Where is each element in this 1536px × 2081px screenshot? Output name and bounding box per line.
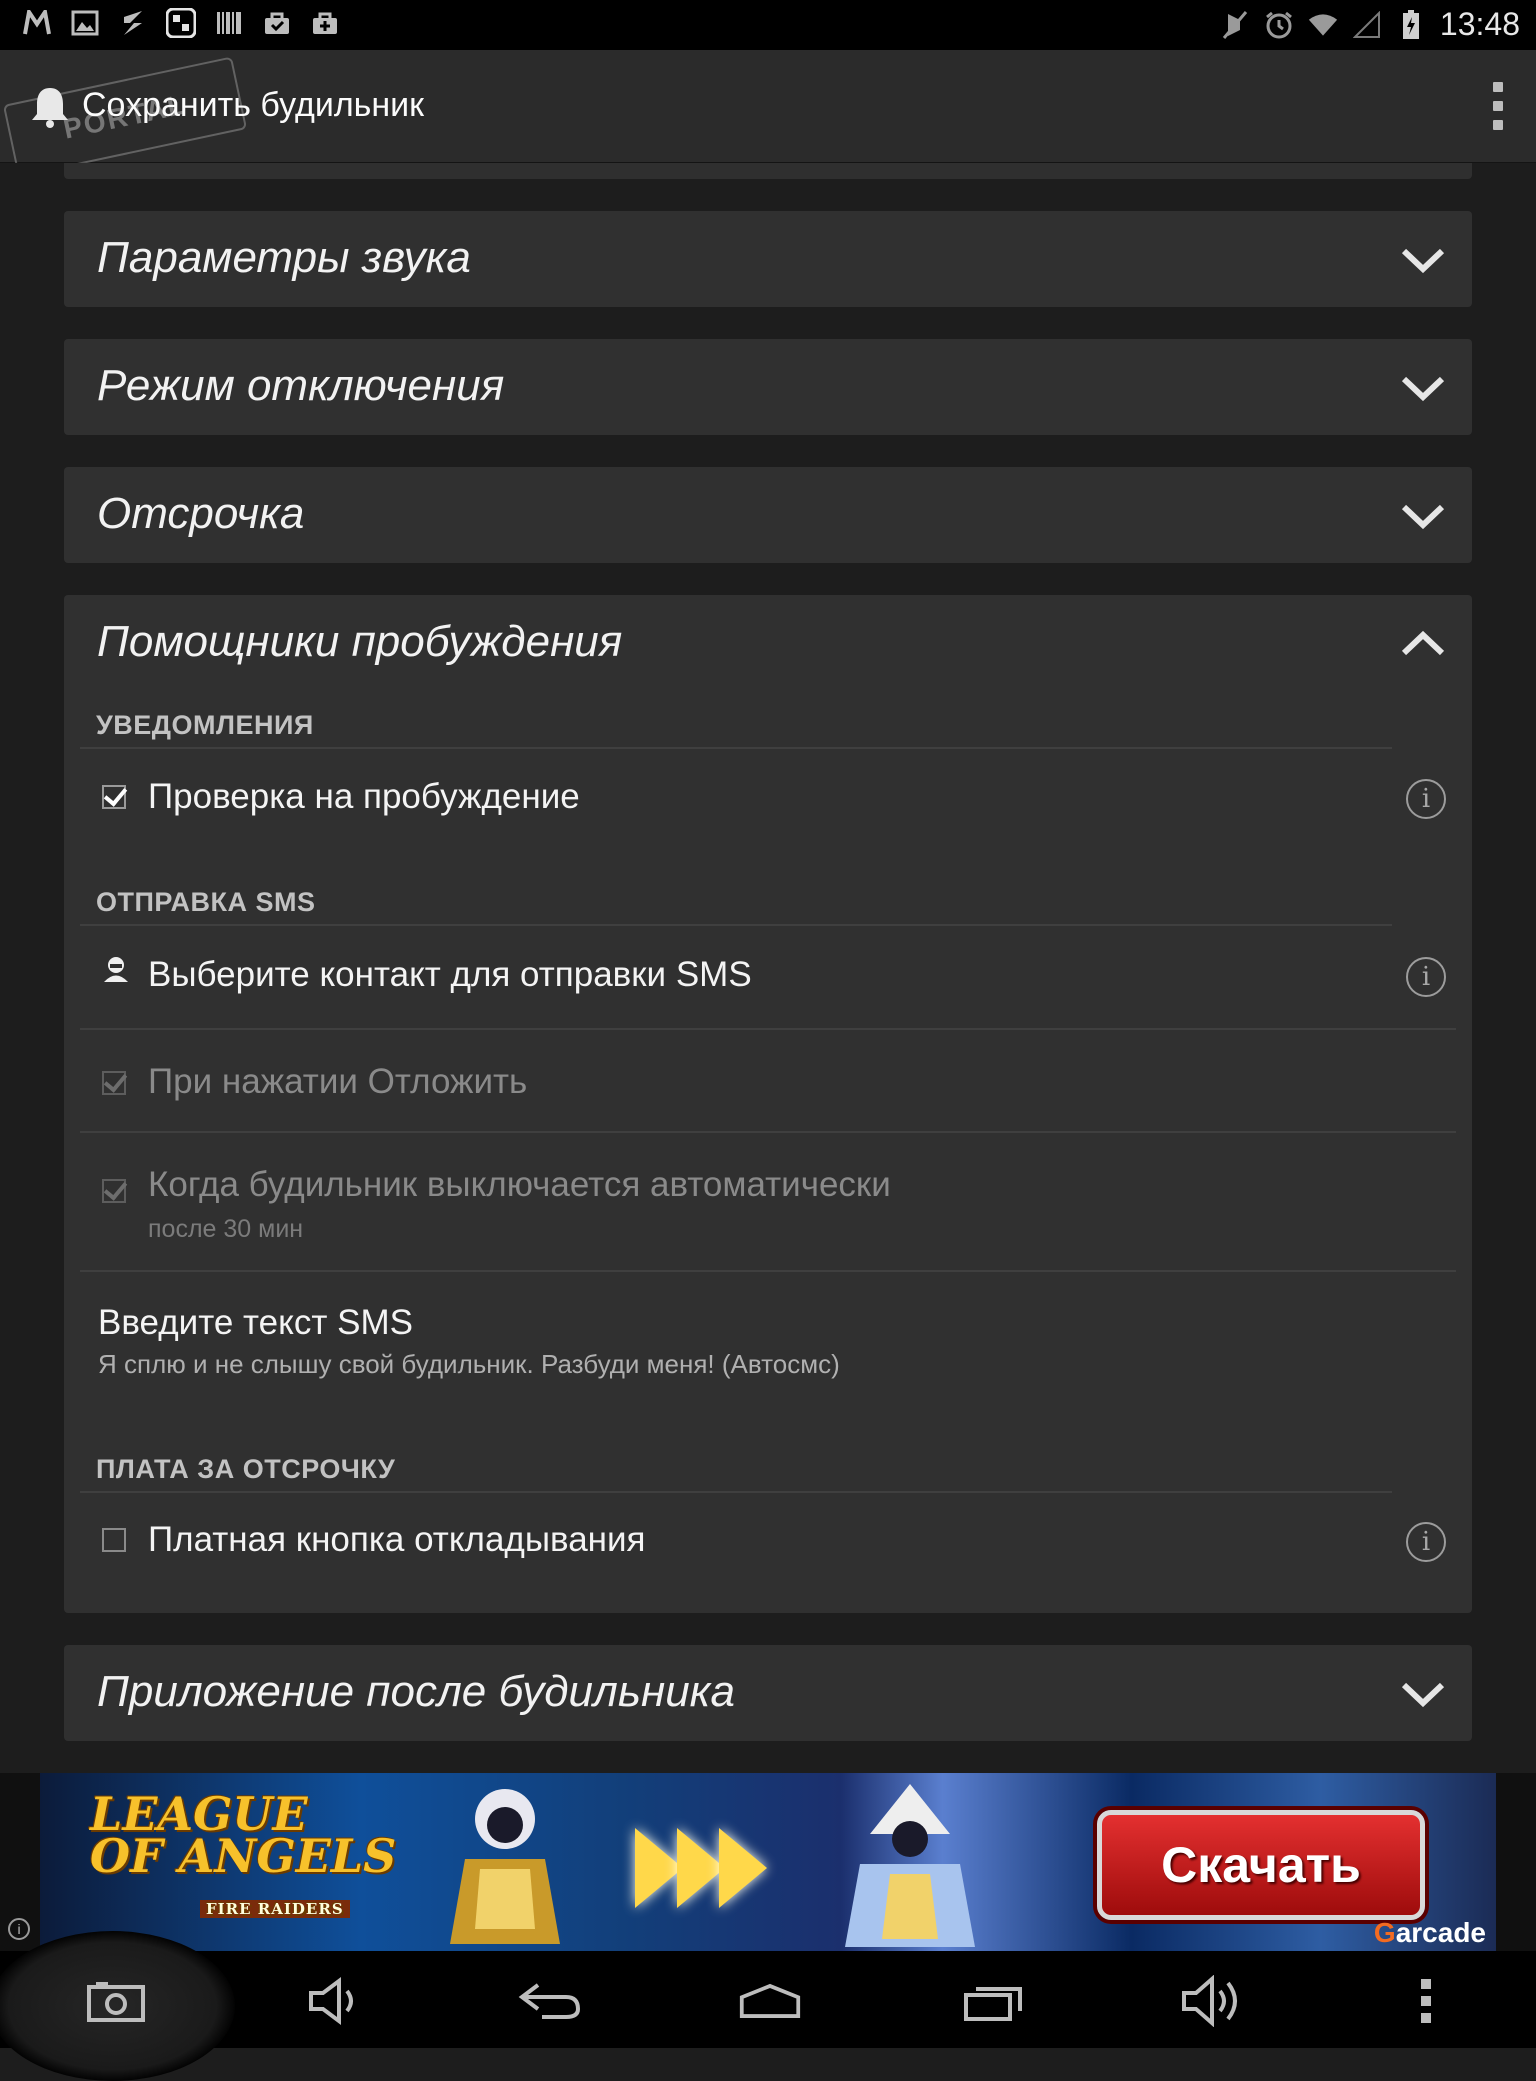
ad-banner[interactable]: LEAGUE OF ANGELS FIRE RAIDERS Скачать Ga… bbox=[0, 1773, 1536, 1951]
section-title: Режим отключения bbox=[97, 361, 505, 410]
section-title: Параметры звука bbox=[97, 233, 471, 282]
ad-character-left bbox=[450, 1789, 560, 1944]
divider bbox=[80, 1491, 1392, 1493]
alarm-icon bbox=[1264, 10, 1294, 40]
section-title: Приложение после будильника bbox=[97, 1667, 735, 1716]
bag-plus-icon bbox=[310, 8, 340, 38]
wake-check-checkbox[interactable] bbox=[102, 785, 126, 809]
divider bbox=[80, 1131, 1456, 1133]
ad-download-button[interactable]: Скачать bbox=[1097, 1810, 1425, 1920]
divider bbox=[80, 1028, 1456, 1030]
sms-text-title: Введите текст SMS bbox=[98, 1303, 413, 1342]
snooze-fee-header: ПЛАТА ЗА ОТСРОЧКУ bbox=[96, 1454, 396, 1484]
ad-image[interactable]: LEAGUE OF ANGELS FIRE RAIDERS Скачать Ga… bbox=[40, 1773, 1496, 1951]
status-bar: 13:48 bbox=[0, 0, 1536, 50]
save-alarm-icon[interactable] bbox=[26, 82, 74, 130]
battery-icon bbox=[1396, 9, 1426, 40]
on-snooze-label: При нажатии Отложить bbox=[148, 1062, 528, 1101]
contact-icon bbox=[104, 957, 128, 982]
auto-off-checkbox[interactable] bbox=[102, 1179, 126, 1203]
section-title: Помощники пробуждения bbox=[97, 617, 623, 666]
recent-apps-icon[interactable] bbox=[962, 1969, 1026, 2033]
ad-character-right bbox=[845, 1784, 975, 1947]
m-icon bbox=[22, 8, 52, 38]
choose-contact-label: Выберите контакт для отправки SMS bbox=[148, 955, 752, 994]
sms-text-value: Я сплю и не слышу свой будильник. Разбуд… bbox=[98, 1349, 840, 1379]
settings-list: Параметры звука Режим отключения Отсрочк… bbox=[0, 163, 1536, 1773]
clock: 13:48 bbox=[1439, 6, 1520, 42]
divider bbox=[80, 1270, 1456, 1272]
info-icon[interactable]: i bbox=[1406, 1522, 1446, 1562]
screenshot-icon[interactable] bbox=[84, 1969, 148, 2033]
barcode-icon bbox=[214, 8, 244, 38]
chevron-down-icon bbox=[1401, 504, 1445, 530]
usb-icon bbox=[118, 8, 148, 38]
chevron-up-icon bbox=[1401, 630, 1445, 656]
section-snooze[interactable]: Отсрочка bbox=[64, 467, 1472, 563]
info-icon[interactable]: i bbox=[1406, 779, 1446, 819]
divider bbox=[80, 747, 1392, 749]
section-dismiss-mode[interactable]: Режим отключения bbox=[64, 339, 1472, 435]
wifi-icon bbox=[1308, 10, 1338, 40]
chevron-down-icon bbox=[1401, 1682, 1445, 1708]
paid-snooze-checkbox[interactable] bbox=[102, 1528, 126, 1552]
sms-header: ОТПРАВКА SMS bbox=[96, 887, 316, 917]
notification-icons bbox=[22, 8, 340, 38]
navigation-bar bbox=[0, 1931, 1536, 2081]
info-icon[interactable]: i bbox=[1406, 957, 1446, 997]
previous-section-stub bbox=[64, 163, 1472, 179]
volume-down-icon[interactable] bbox=[302, 1969, 366, 2033]
ad-info-icon[interactable]: i bbox=[8, 1918, 30, 1940]
section-title: Отсрочка bbox=[97, 489, 305, 538]
divider bbox=[80, 924, 1392, 926]
back-icon[interactable] bbox=[518, 1969, 582, 2033]
chevron-down-icon bbox=[1401, 248, 1445, 274]
section-sound[interactable]: Параметры звука bbox=[64, 211, 1472, 307]
chevron-down-icon bbox=[1401, 376, 1445, 402]
auto-off-sub: после 30 мин bbox=[148, 1215, 304, 1243]
qr-icon bbox=[166, 8, 196, 38]
section-wake-helpers: Помощники пробуждения УВЕДОМЛЕНИЯ Провер… bbox=[64, 595, 1472, 1613]
mute-icon bbox=[1220, 10, 1250, 40]
action-bar: PORTAL Сохранить будильник bbox=[0, 50, 1536, 178]
ad-logo: LEAGUE OF ANGELS FIRE RAIDERS bbox=[90, 1787, 397, 1918]
image-icon bbox=[70, 8, 100, 38]
paid-snooze-label: Платная кнопка откладывания bbox=[148, 1520, 646, 1559]
system-icons: 13:48 bbox=[1220, 6, 1520, 43]
wake-check-label: Проверка на пробуждение bbox=[148, 777, 580, 816]
auto-off-label: Когда будильник выключается автоматическ… bbox=[148, 1165, 891, 1204]
save-alarm-title[interactable]: Сохранить будильник bbox=[82, 86, 424, 125]
nav-overflow-menu-icon[interactable] bbox=[1394, 1969, 1458, 2033]
on-snooze-checkbox[interactable] bbox=[102, 1071, 126, 1095]
ad-arrows bbox=[635, 1828, 767, 1908]
home-icon[interactable] bbox=[738, 1969, 802, 2033]
notifications-header: УВЕДОМЛЕНИЯ bbox=[96, 710, 314, 740]
section-header[interactable]: Помощники пробуждения bbox=[64, 595, 1472, 691]
volume-up-icon[interactable] bbox=[1180, 1969, 1244, 2033]
signal-icon bbox=[1352, 10, 1382, 40]
section-after-alarm-app[interactable]: Приложение после будильника bbox=[64, 1645, 1472, 1741]
ad-brand: Garcade bbox=[1373, 1917, 1486, 1948]
overflow-menu-icon[interactable] bbox=[1486, 82, 1510, 130]
bag-check-icon bbox=[262, 8, 292, 38]
